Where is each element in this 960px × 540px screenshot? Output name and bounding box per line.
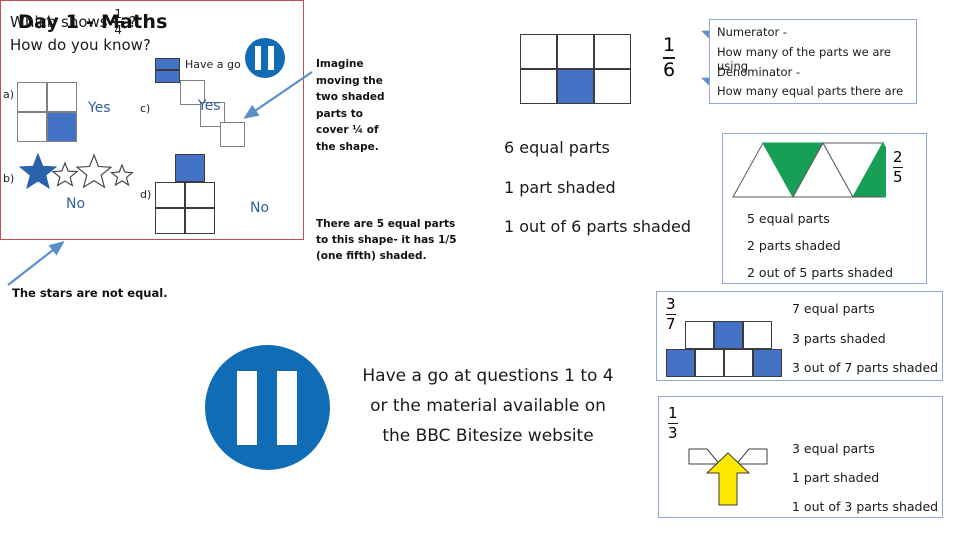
arrow-to-stars (7, 240, 65, 286)
note-imagine-line-0: Imagine (316, 58, 364, 70)
sevenths-fraction-numerator: 3 (666, 295, 676, 313)
triangles-shape (732, 141, 886, 199)
thirds-arrow-shape (688, 448, 768, 506)
bbc-line-2: the BBC Bitesize website (382, 426, 594, 446)
triangles-box: 2 5 5 equal parts 2 parts shaded 2 out o… (722, 133, 927, 284)
six-fraction-denominator: 6 (663, 59, 676, 81)
six-parts-line-0: 6 equal parts (504, 138, 610, 157)
thirds-line-1: 1 part shaded (792, 470, 880, 485)
bbc-instructions: Have a go at questions 1 to 4 or the mat… (348, 366, 628, 446)
pause-icon-large[interactable] (205, 345, 330, 470)
bbc-line-1: or the material available on (370, 396, 606, 416)
note-imagine: Imagine moving the two shaded parts to c… (316, 56, 396, 155)
cell-six-0 (520, 34, 557, 69)
cell-six-5 (594, 69, 631, 104)
sevenths-shape (666, 321, 782, 377)
note-five-parts-line-0: There are 5 equal parts (316, 218, 456, 230)
bbc-line-0: Have a go at questions 1 to 4 (362, 366, 614, 386)
arrow-to-c-shape (243, 71, 313, 119)
note-imagine-line-3: parts to (316, 107, 363, 120)
thirds-line-0: 3 equal parts (792, 441, 875, 456)
note-five-parts-line-1: to this shape- it has 1/5 (316, 234, 457, 246)
note-imagine-line-5: the shape. (316, 140, 379, 153)
pause-bar-right-large (277, 371, 297, 445)
note-five-parts: There are 5 equal parts to this shape- i… (316, 216, 466, 264)
stars-note: The stars are not equal. (12, 286, 168, 300)
numerator-denominator-box: Numerator - How many of the parts we are… (709, 19, 917, 104)
note-imagine-line-1: moving the (316, 74, 383, 87)
note-imagine-line-4: cover ¼ of (316, 124, 379, 136)
cell-seven-top-0 (685, 321, 714, 349)
triangles-fraction: 2 5 (893, 150, 903, 185)
cell-seven-top-2 (743, 321, 772, 349)
sevenths-line-0: 7 equal parts (792, 301, 875, 316)
thirds-fraction: 1 3 (668, 406, 678, 441)
cell-seven-bot-3 (753, 349, 782, 377)
thirds-box: 1 3 3 equal parts 1 part shaded 1 out of… (658, 396, 943, 518)
six-parts-grid (520, 34, 631, 104)
sevenths-line-1: 3 parts shaded (792, 331, 886, 346)
thirds-line-2: 1 out of 3 parts shaded (792, 499, 939, 514)
six-fraction-numerator: 1 (663, 34, 676, 56)
six-parts-fraction: 1 6 (663, 34, 676, 81)
pause-bar-left-large (237, 371, 257, 445)
triangles-fraction-numerator: 2 (893, 148, 903, 166)
note-imagine-line-2: two shaded (316, 91, 385, 103)
cell-seven-bot-1 (695, 349, 724, 377)
six-parts-line-2: 1 out of 6 parts shaded (504, 217, 691, 236)
triangles-line-1: 2 parts shaded (747, 238, 841, 253)
cell-six-4 (557, 69, 594, 104)
sevenths-box: 3 7 7 equal parts 3 parts shaded 3 out o… (656, 291, 943, 381)
denominator-label: Denominator - (717, 65, 801, 79)
cell-seven-bot-2 (724, 349, 753, 377)
cell-six-3 (520, 69, 557, 104)
cell-six-1 (557, 34, 594, 69)
denominator-description: How many equal parts there are (717, 84, 904, 98)
triangles-fraction-denominator: 5 (893, 167, 903, 186)
thirds-fraction-numerator: 1 (668, 404, 678, 422)
cell-seven-bot-0 (666, 349, 695, 377)
cell-seven-top-1 (714, 321, 743, 349)
numerator-label: Numerator - (717, 25, 788, 39)
note-five-parts-line-2: (one fifth) shaded. (316, 250, 427, 262)
sevenths-line-2: 3 out of 7 parts shaded (792, 360, 939, 375)
triangles-line-2: 2 out of 5 parts shaded (747, 265, 894, 280)
cell-six-2 (594, 34, 631, 69)
six-parts-line-1: 1 part shaded (504, 178, 616, 197)
thirds-fraction-denominator: 3 (668, 423, 678, 442)
triangles-line-0: 5 equal parts (747, 211, 830, 226)
